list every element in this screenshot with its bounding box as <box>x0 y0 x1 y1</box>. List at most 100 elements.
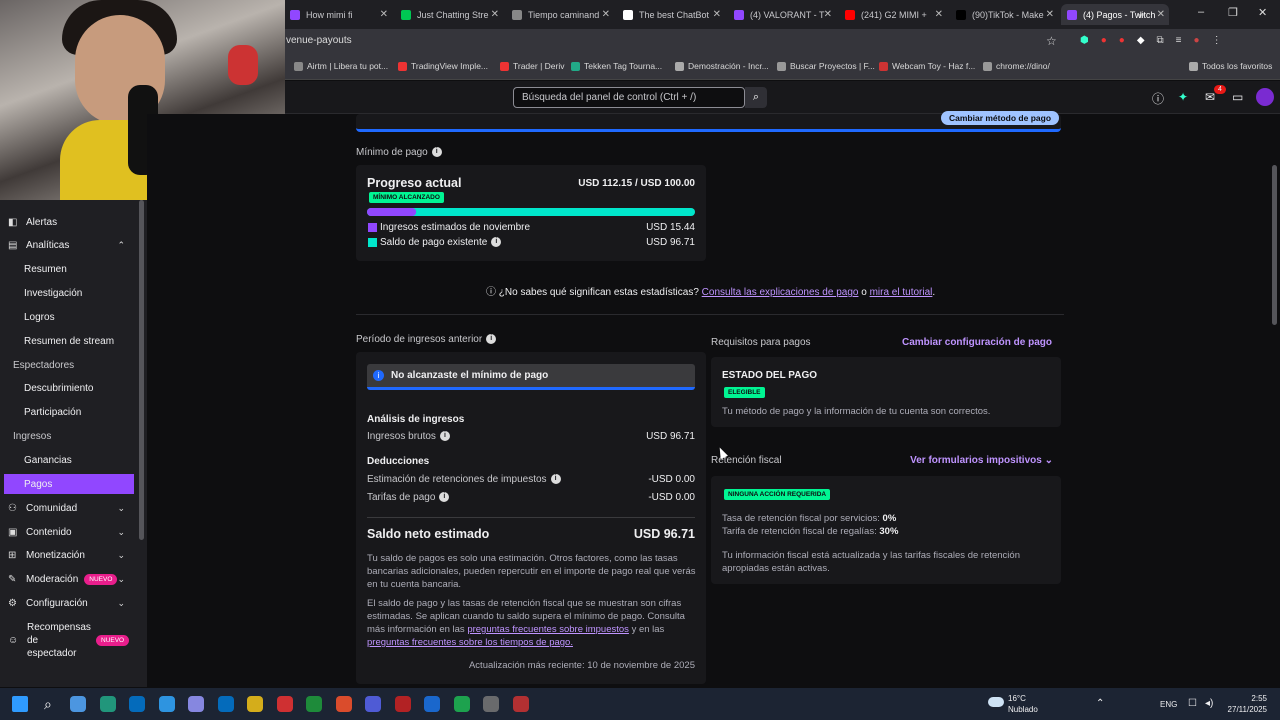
chevron-down-icon[interactable]: ⌄ <box>117 503 125 514</box>
wifi-icon[interactable]: ☐ <box>1188 698 1197 709</box>
taskbar-app-icon[interactable] <box>129 696 145 712</box>
close-tab-icon[interactable]: ✕ <box>1046 9 1054 20</box>
close-tab-icon[interactable]: ✕ <box>380 9 388 20</box>
maximize-button[interactable]: ❐ <box>1228 6 1238 19</box>
sidebar-item-resumen[interactable]: Resumen <box>0 260 135 280</box>
language-indicator[interactable]: ENG <box>1160 700 1177 709</box>
info-icon[interactable]: i <box>439 431 450 442</box>
close-tab-icon[interactable]: ✕ <box>491 9 499 20</box>
volume-icon[interactable]: ◂) <box>1205 698 1213 709</box>
sidebar-item-ganancias[interactable]: Ganancias <box>0 451 135 471</box>
bookmark-item[interactable]: Trader | Deriv <box>500 61 565 71</box>
puzzle-icon[interactable]: ⧉ <box>1157 35 1164 46</box>
taskbar-app-icon[interactable] <box>424 696 440 712</box>
chevron-up-icon[interactable]: ⌃ <box>117 240 125 251</box>
close-tab-icon[interactable]: ✕ <box>713 9 721 20</box>
ext-icon[interactable]: ◆ <box>1137 35 1145 46</box>
chevron-down-icon[interactable]: ⌄ <box>117 527 125 538</box>
bookmark-item[interactable]: chrome://dino/ <box>983 61 1050 71</box>
ext-icon[interactable]: ● <box>1119 35 1125 46</box>
browser-tab[interactable]: (4) VALORANT - T ✕ <box>728 4 836 25</box>
view-tax-forms-link[interactable]: Ver formularios impositivos ⌄ <box>880 455 1053 466</box>
taskbar-app-icon[interactable] <box>158 696 175 712</box>
taskbar-app-icon[interactable] <box>70 696 86 712</box>
change-payout-settings-link[interactable]: Cambiar configuración de pago <box>880 337 1052 348</box>
bookmark-item[interactable]: Tekken Tag Tourna... <box>571 61 662 71</box>
sidebar-item-investigación[interactable]: Investigación <box>0 284 135 304</box>
search-input[interactable]: Búsqueda del panel de control (Ctrl + /) <box>513 87 745 108</box>
taskbar-app-icon[interactable] <box>306 696 322 712</box>
clock-date[interactable]: 27/11/2025 <box>1220 705 1267 714</box>
sidebar-item-resumen-de-stream[interactable]: Resumen de stream <box>0 331 135 351</box>
close-tab-icon[interactable]: ✕ <box>1157 9 1165 20</box>
info-icon[interactable]: i <box>486 334 497 345</box>
browser-tab[interactable]: The best ChatBot ✕ <box>617 4 725 25</box>
start-button[interactable] <box>12 696 28 712</box>
media-icon[interactable]: ≡ <box>1176 35 1182 46</box>
inbox-icon[interactable]: ✉ <box>1205 90 1215 104</box>
avatar[interactable] <box>1256 88 1274 106</box>
taskbar-app-icon[interactable] <box>247 696 263 712</box>
sidebar-item-configuración[interactable]: ⚙ Configuración ⌄ <box>0 594 135 614</box>
chevron-down-icon[interactable]: ⌄ <box>117 550 125 561</box>
taskbar-app-icon[interactable] <box>99 696 116 712</box>
bookmark-star-icon[interactable]: ☆ <box>1046 34 1057 48</box>
sidebar-item-ingresos[interactable]: Ingresos <box>0 427 135 447</box>
info-icon[interactable]: i <box>439 492 450 503</box>
info-icon[interactable]: i <box>431 147 442 158</box>
browser-tab[interactable]: (90)TikTok - Make ✕ <box>950 4 1058 25</box>
chevron-down-icon[interactable]: ⌄ <box>117 598 125 609</box>
info-icon[interactable]: i <box>550 474 561 485</box>
browser-tab[interactable]: Tiempo caminand ✕ <box>506 4 614 25</box>
whispers-icon[interactable]: ▭ <box>1232 90 1243 104</box>
payout-explanations-link[interactable]: Consulta las explicaciones de pago <box>702 287 859 298</box>
sidebar-item-moderación[interactable]: ✎ Moderación NUEVO ⌄ <box>0 570 135 590</box>
close-window-button[interactable]: ✕ <box>1258 6 1267 19</box>
tax-faq-link[interactable]: preguntas frecuentes sobre impuestos <box>467 624 629 635</box>
sidebar-item-espectadores[interactable]: Espectadores <box>0 355 135 375</box>
close-tab-icon[interactable]: ✕ <box>935 9 943 20</box>
sidebar-scrollbar[interactable] <box>139 200 144 540</box>
sidebar-item-participación[interactable]: Participación <box>0 403 135 423</box>
taskbar-search-icon[interactable]: ⌕ <box>44 696 52 713</box>
close-tab-icon[interactable]: ✕ <box>824 9 832 20</box>
bookmark-item[interactable]: Buscar Proyectos | F... <box>777 61 875 71</box>
ext-icon[interactable]: ● <box>1101 35 1107 46</box>
browser-tab[interactable]: How mimi fi ✕ <box>284 4 392 25</box>
bookmark-item[interactable]: TradingView Imple... <box>398 61 488 71</box>
taskbar-app-icon[interactable] <box>335 696 352 712</box>
taskbar-app-icon[interactable] <box>394 696 411 712</box>
payout-times-faq-link[interactable]: preguntas frecuentes sobre los tiempos d… <box>367 637 573 648</box>
change-payment-method-button[interactable]: Cambiar método de pago <box>941 111 1060 125</box>
taskbar-app-icon[interactable] <box>276 696 293 712</box>
taskbar-app-icon[interactable] <box>483 696 499 712</box>
bookmark-item[interactable]: Todos los favoritos <box>1189 61 1272 71</box>
ext-icon[interactable]: ⬢ <box>1080 35 1089 46</box>
sidebar-item-monetización[interactable]: ⊞ Monetización ⌄ <box>0 546 135 566</box>
sidebar-item-alertas[interactable]: ◧ Alertas <box>0 212 135 232</box>
taskbar-app-icon[interactable] <box>512 696 529 712</box>
sidebar-item-logros[interactable]: Logros <box>0 307 135 327</box>
taskbar-app-icon[interactable] <box>365 696 381 712</box>
new-tab-button[interactable]: + <box>1137 7 1145 22</box>
close-tab-icon[interactable]: ✕ <box>602 9 610 20</box>
extensions-icons[interactable]: ⬢ ● ● ◆ ⧉ ≡ ● ⋮ <box>1080 35 1222 46</box>
tutorial-link[interactable]: mira el tutorial <box>870 287 933 298</box>
tray-chevron-icon[interactable]: ⌃ <box>1096 698 1104 709</box>
sidebar-item-pagos[interactable]: Pagos <box>4 474 134 495</box>
help-icon[interactable]: ⓘ <box>1152 90 1164 107</box>
bookmark-item[interactable]: Demostración - Incr... <box>675 61 769 71</box>
bookmark-item[interactable]: Airtm | Libera tu pot... <box>294 61 388 71</box>
browser-tab[interactable]: Just Chatting Stre ✕ <box>395 4 503 25</box>
chevron-down-icon[interactable]: ⌄ <box>117 574 125 585</box>
sidebar-item-descubrimiento[interactable]: Descubrimiento <box>0 379 135 399</box>
browser-tab[interactable]: (4) Pagos - Twitch ✕ <box>1061 4 1169 25</box>
search-icon[interactable]: ⌕ <box>745 87 767 108</box>
clock-time[interactable]: 2:55 <box>1225 694 1267 703</box>
sidebar-item-rewards[interactable]: ☺ Recompensas de espectador NUEVO <box>0 622 135 662</box>
browser-tab[interactable]: (241) G2 MIMI + ✕ <box>839 4 947 25</box>
minimize-button[interactable]: – <box>1198 6 1204 18</box>
taskbar-app-icon[interactable] <box>453 696 470 712</box>
menu-icon[interactable]: ⋮ <box>1212 35 1222 46</box>
info-icon[interactable]: i <box>491 237 502 248</box>
